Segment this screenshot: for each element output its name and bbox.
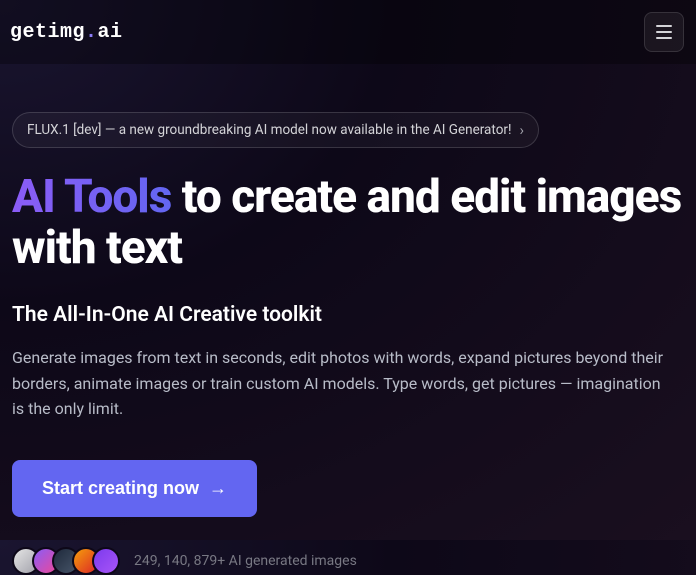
description: Generate images from text in seconds, ed… — [12, 345, 672, 422]
arrow-right-icon: → — [209, 478, 227, 499]
avatar — [92, 547, 120, 575]
chevron-right-icon: › — [519, 121, 524, 139]
hero-title-highlight: AI Tools — [12, 170, 171, 224]
hero-title: AI Tools to create and edit images with … — [12, 172, 684, 273]
logo[interactable]: getimg.ai — [10, 21, 123, 44]
menu-button[interactable] — [644, 12, 684, 52]
subtitle: The All-In-One AI Creative toolkit — [12, 303, 684, 327]
stats-row: 249, 140, 879+ AI generated images — [12, 547, 684, 575]
hamburger-icon — [656, 25, 672, 39]
announcement-pill[interactable]: FLUX.1 [dev] — a new groundbreaking AI m… — [12, 112, 539, 148]
stats-text: 249, 140, 879+ AI generated images — [134, 553, 357, 569]
main-content: FLUX.1 [dev] — a new groundbreaking AI m… — [0, 64, 696, 575]
start-creating-button[interactable]: Start creating now → — [12, 460, 257, 517]
cta-label: Start creating now — [42, 478, 199, 499]
logo-dot: . — [85, 21, 98, 44]
logo-prefix: getimg — [10, 21, 85, 44]
avatar-group — [12, 547, 120, 575]
announcement-text: FLUX.1 [dev] — a new groundbreaking AI m… — [27, 122, 511, 138]
logo-suffix: ai — [98, 21, 123, 44]
header: getimg.ai — [0, 0, 696, 64]
